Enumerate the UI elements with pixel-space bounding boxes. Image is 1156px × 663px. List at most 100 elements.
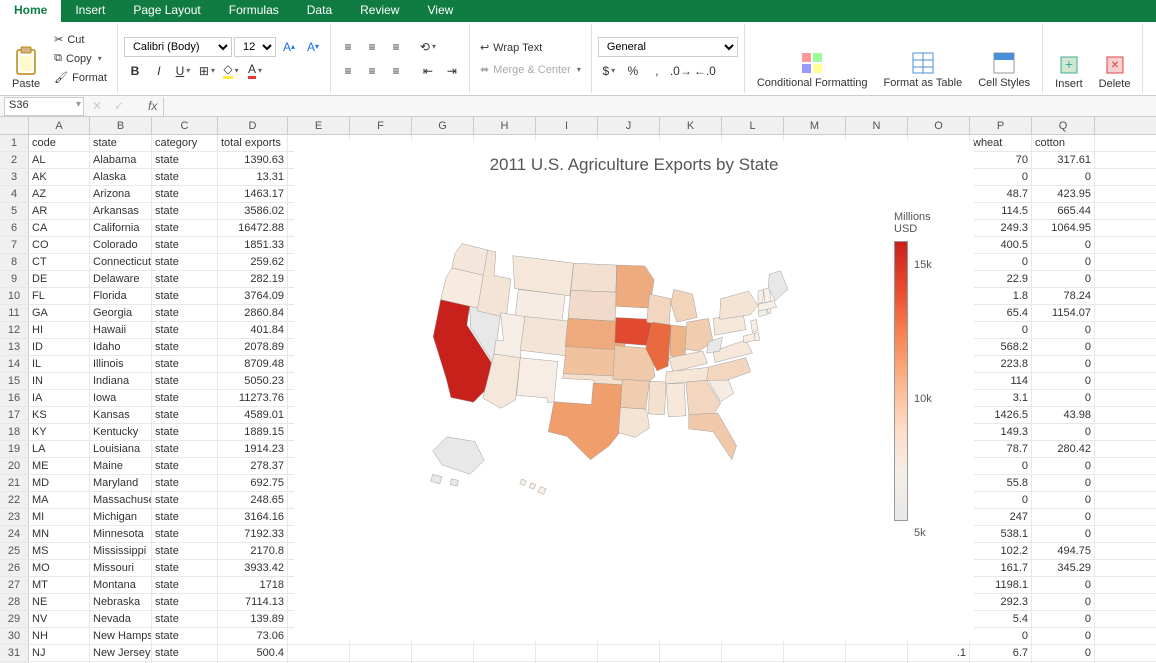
cell[interactable]: FL xyxy=(29,288,90,304)
tab-view[interactable]: View xyxy=(413,0,467,22)
cell[interactable]: 78.24 xyxy=(1032,288,1095,304)
cell[interactable]: 8709.48 xyxy=(218,356,288,372)
cell[interactable]: LA xyxy=(29,441,90,457)
cell[interactable]: Missouri xyxy=(90,560,152,576)
decrease-decimal-button[interactable]: ←.0 xyxy=(694,61,716,81)
cell[interactable]: state xyxy=(152,492,218,508)
cell[interactable]: Florida xyxy=(90,288,152,304)
cell[interactable]: 1718 xyxy=(218,577,288,593)
col-header-N[interactable]: N xyxy=(846,117,908,134)
embedded-chart[interactable]: 2011 U.S. Agriculture Exports by State xyxy=(294,141,974,641)
col-header-Q[interactable]: Q xyxy=(1032,117,1095,134)
cell[interactable]: 0 xyxy=(1032,237,1095,253)
cut-button[interactable]: Cut xyxy=(50,31,111,49)
comma-button[interactable]: , xyxy=(646,61,668,81)
cancel-formula-button[interactable]: ✕ xyxy=(86,96,108,116)
row-header[interactable]: 10 xyxy=(0,288,29,304)
cell[interactable] xyxy=(660,645,722,661)
cell[interactable]: 0 xyxy=(1032,390,1095,406)
cell[interactable]: ID xyxy=(29,339,90,355)
col-header-G[interactable]: G xyxy=(412,117,474,134)
cell[interactable]: 1390.63 xyxy=(218,152,288,168)
cell[interactable]: Connecticut xyxy=(90,254,152,270)
col-header-J[interactable]: J xyxy=(598,117,660,134)
row-header[interactable]: 11 xyxy=(0,305,29,321)
row-header[interactable]: 25 xyxy=(0,543,29,559)
cell[interactable]: 43.98 xyxy=(1032,407,1095,423)
cell[interactable]: NE xyxy=(29,594,90,610)
col-header-M[interactable]: M xyxy=(784,117,846,134)
row-header[interactable]: 12 xyxy=(0,322,29,338)
cell[interactable]: IL xyxy=(29,356,90,372)
cell[interactable]: 1154.07 xyxy=(1032,305,1095,321)
font-color-button[interactable]: A▾ xyxy=(244,61,266,81)
cell[interactable]: state xyxy=(152,322,218,338)
cell[interactable] xyxy=(846,645,908,661)
cell[interactable]: 0 xyxy=(1032,339,1095,355)
cell[interactable]: total exports xyxy=(218,135,288,151)
cell[interactable]: 2078.89 xyxy=(218,339,288,355)
cell[interactable]: state xyxy=(152,237,218,253)
cell[interactable]: 0 xyxy=(970,254,1032,270)
col-header-A[interactable]: A xyxy=(29,117,90,134)
cell[interactable]: state xyxy=(152,186,218,202)
cell[interactable]: 0 xyxy=(970,169,1032,185)
cell[interactable]: 292.3 xyxy=(970,594,1032,610)
align-right-button[interactable]: ≡ xyxy=(385,61,407,81)
cell[interactable]: Michigan xyxy=(90,509,152,525)
shrink-font-button[interactable]: A▾ xyxy=(302,37,324,57)
cell[interactable]: 423.95 xyxy=(1032,186,1095,202)
cell[interactable]: 0 xyxy=(970,322,1032,338)
cell[interactable]: 5050.23 xyxy=(218,373,288,389)
tab-review[interactable]: Review xyxy=(346,0,413,22)
row-header[interactable]: 5 xyxy=(0,203,29,219)
format-as-table-button[interactable]: Format as Table xyxy=(878,26,969,92)
cell[interactable]: 317.61 xyxy=(1032,152,1095,168)
cell[interactable]: AZ xyxy=(29,186,90,202)
row-header[interactable]: 4 xyxy=(0,186,29,202)
format-painter-button[interactable]: 🖌Format xyxy=(50,69,111,87)
cell[interactable]: Arizona xyxy=(90,186,152,202)
cell[interactable]: 0 xyxy=(1032,611,1095,627)
col-header-O[interactable]: O xyxy=(908,117,970,134)
col-header-H[interactable]: H xyxy=(474,117,536,134)
cell[interactable]: state xyxy=(152,475,218,491)
cell[interactable]: 0 xyxy=(1032,322,1095,338)
cell[interactable]: MA xyxy=(29,492,90,508)
tab-data[interactable]: Data xyxy=(293,0,346,22)
cell[interactable]: 494.75 xyxy=(1032,543,1095,559)
col-header-C[interactable]: C xyxy=(152,117,218,134)
cell[interactable]: wheat xyxy=(970,135,1032,151)
tab-formulas[interactable]: Formulas xyxy=(215,0,293,22)
cell[interactable]: 3933.42 xyxy=(218,560,288,576)
row-header[interactable]: 19 xyxy=(0,441,29,457)
cell[interactable]: Georgia xyxy=(90,305,152,321)
tab-page-layout[interactable]: Page Layout xyxy=(119,0,214,22)
cell[interactable]: 1914.23 xyxy=(218,441,288,457)
cell[interactable]: 400.5 xyxy=(970,237,1032,253)
cell[interactable]: 0 xyxy=(1032,373,1095,389)
col-header-E[interactable]: E xyxy=(288,117,350,134)
align-bottom-button[interactable]: ≡ xyxy=(385,37,407,57)
conditional-formatting-button[interactable]: Conditional Formatting xyxy=(751,26,874,92)
cell[interactable]: MN xyxy=(29,526,90,542)
cell[interactable]: state xyxy=(152,339,218,355)
cell[interactable]: 149.3 xyxy=(970,424,1032,440)
cell[interactable]: state xyxy=(152,628,218,644)
cell[interactable]: state xyxy=(152,645,218,661)
cell[interactable]: 0 xyxy=(1032,594,1095,610)
cell[interactable]: 0 xyxy=(1032,645,1095,661)
cell[interactable]: 2860.84 xyxy=(218,305,288,321)
cell[interactable]: 22.9 xyxy=(970,271,1032,287)
cell[interactable]: .1 xyxy=(908,645,970,661)
cell[interactable]: state xyxy=(152,594,218,610)
cell[interactable]: state xyxy=(152,356,218,372)
cell[interactable]: Maryland xyxy=(90,475,152,491)
cell[interactable]: 0 xyxy=(1032,526,1095,542)
copy-button[interactable]: ⧉Copy▾ xyxy=(50,50,111,68)
row-header[interactable]: 17 xyxy=(0,407,29,423)
italic-button[interactable]: I xyxy=(148,61,170,81)
cell[interactable]: state xyxy=(152,424,218,440)
cell[interactable]: 248.65 xyxy=(218,492,288,508)
cell[interactable]: NJ xyxy=(29,645,90,661)
